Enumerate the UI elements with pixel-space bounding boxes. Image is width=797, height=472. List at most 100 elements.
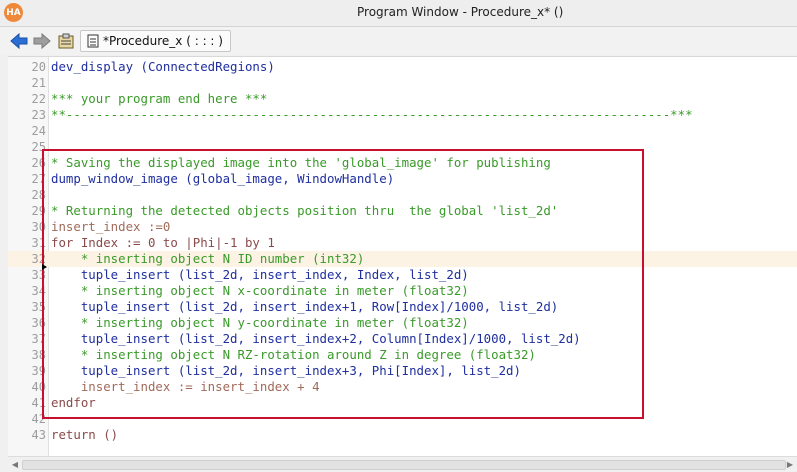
horizontal-scrollbar[interactable]: ◀ ▶	[8, 456, 797, 472]
code-line[interactable]: 36 * inserting object N y-coordinate in …	[8, 315, 797, 331]
title-bar: HA Program Window - Procedure_x* ()	[0, 0, 797, 27]
code-text: for Index := 0 to |Phi|-1 by 1	[51, 235, 275, 251]
code-text: * inserting object N x-coordinate in met…	[51, 283, 469, 299]
code-token: insert_index :=0	[51, 219, 171, 234]
line-number: 21	[31, 76, 46, 90]
code-line[interactable]: 28	[8, 187, 797, 203]
line-number: 38	[31, 348, 46, 362]
forward-arrow-icon[interactable]	[32, 31, 52, 51]
code-line[interactable]: 39 tuple_insert (list_2d, insert_index+3…	[8, 363, 797, 379]
code-line[interactable]: 35 tuple_insert (list_2d, insert_index+1…	[8, 299, 797, 315]
code-token: endfor	[51, 395, 96, 410]
line-number: 34	[31, 284, 46, 298]
code-token: tuple_insert (list_2d, insert_index, Ind…	[51, 267, 469, 282]
code-line[interactable]: 38 * inserting object N RZ-rotation arou…	[8, 347, 797, 363]
tab-label: *Procedure_x ( : : : )	[103, 34, 223, 48]
code-text: dev_display (ConnectedRegions)	[51, 59, 275, 75]
line-number: 28	[31, 188, 46, 202]
code-text: tuple_insert (list_2d, insert_index+2, C…	[51, 331, 581, 347]
code-text: * inserting object N ID number (int32)	[51, 251, 364, 267]
scroll-left-icon[interactable]: ◀	[10, 460, 20, 469]
code-line[interactable]: 31 for Index := 0 to |Phi|-1 by 1	[8, 235, 797, 251]
line-number: 43	[31, 428, 46, 442]
code-text: **--------------------------------------…	[51, 107, 693, 123]
code-token: for Index := 0 to |Phi|-1 by 1	[51, 235, 275, 250]
code-token: insert_index := insert_index + 4	[51, 379, 320, 394]
code-line[interactable]: 20 dev_display (ConnectedRegions)	[8, 59, 797, 75]
line-number: 29	[31, 204, 46, 218]
code-line[interactable]: 42	[8, 411, 797, 427]
code-line[interactable]: 40 insert_index := insert_index + 4	[8, 379, 797, 395]
code-token: * Returning the detected objects positio…	[51, 203, 559, 218]
scroll-right-icon[interactable]: ▶	[785, 460, 795, 469]
code-text: tuple_insert (list_2d, insert_index+3, P…	[51, 363, 521, 379]
code-line[interactable]: 26 * Saving the displayed image into the …	[8, 155, 797, 171]
line-number: 32	[31, 252, 46, 266]
code-line[interactable]: 37 tuple_insert (list_2d, insert_index+2…	[8, 331, 797, 347]
code-line[interactable]: 23 **------------------------------------…	[8, 107, 797, 123]
back-arrow-icon[interactable]	[9, 31, 29, 51]
code-line[interactable]: 33 tuple_insert (list_2d, insert_index, …	[8, 267, 797, 283]
line-number: 24	[31, 124, 46, 138]
code-editor[interactable]: 20 dev_display (ConnectedRegions) 21 22 *** …	[8, 56, 797, 457]
tab-procedure-x[interactable]: *Procedure_x ( : : : )	[80, 30, 231, 52]
code-text: *** your program end here ***	[51, 91, 267, 107]
code-text: * Saving the displayed image into the 'g…	[51, 155, 551, 171]
code-line[interactable]: 21	[8, 75, 797, 91]
code-token: * Saving the displayed image into the 'g…	[51, 155, 551, 170]
line-number: 35	[31, 300, 46, 314]
code-token: * inserting object N ID number (int32)	[51, 251, 365, 266]
code-line[interactable]: 41 endfor	[8, 395, 797, 411]
toolbar: *Procedure_x ( : : : )	[0, 27, 797, 55]
code-token: return ()	[51, 427, 119, 442]
code-token: * inserting object N y-coordinate in met…	[51, 315, 469, 330]
code-line[interactable]: 25	[8, 139, 797, 155]
document-icon	[87, 34, 99, 54]
code-text: * inserting object N RZ-rotation around …	[51, 347, 536, 363]
code-token: * inserting object N RZ-rotation around …	[51, 347, 536, 362]
line-number: 37	[31, 332, 46, 346]
code-token: *** your program end here ***	[51, 91, 268, 106]
code-token: tuple_insert (list_2d, insert_index+1, R…	[51, 299, 559, 314]
scrollbar-thumb[interactable]	[22, 460, 786, 470]
code-line[interactable]: 27 dump_window_image (global_image, Windo…	[8, 171, 797, 187]
code-token: **--------------------------------------…	[51, 107, 693, 122]
code-line[interactable]: 24	[8, 123, 797, 139]
line-number: 27	[31, 172, 46, 186]
code-text: return ()	[51, 427, 118, 443]
code-text: tuple_insert (list_2d, insert_index, Ind…	[51, 267, 469, 283]
line-number: 36	[31, 316, 46, 330]
line-number: 25	[31, 140, 46, 154]
code-text: tuple_insert (list_2d, insert_index+1, R…	[51, 299, 558, 315]
line-number: 42	[31, 412, 46, 426]
code-text: insert_index := insert_index + 4	[51, 379, 320, 395]
line-number: 20	[31, 60, 46, 74]
line-number: 22	[31, 92, 46, 106]
code-line[interactable]: 22 *** your program end here ***	[8, 91, 797, 107]
current-line-marker-icon	[42, 264, 47, 270]
code-line[interactable]: 29 * Returning the detected objects posit…	[8, 203, 797, 219]
line-number: 41	[31, 396, 46, 410]
code-line[interactable]: 32 * inserting object N ID number (int32…	[8, 251, 797, 267]
code-line[interactable]: 34 * inserting object N x-coordinate in …	[8, 283, 797, 299]
code-text: endfor	[51, 395, 96, 411]
code-text: * inserting object N y-coordinate in met…	[51, 315, 469, 331]
code-text: * Returning the detected objects positio…	[51, 203, 558, 219]
line-number: 33	[31, 268, 46, 282]
line-number: 31	[31, 236, 46, 250]
line-number: 26	[31, 156, 46, 170]
window-title: Program Window - Procedure_x* ()	[357, 5, 564, 19]
code-token: dev_display (ConnectedRegions)	[51, 59, 275, 74]
line-number: 30	[31, 220, 46, 234]
code-token: tuple_insert (list_2d, insert_index+3, P…	[51, 363, 521, 378]
line-number: 40	[31, 380, 46, 394]
procedure-clipboard-icon[interactable]	[56, 31, 76, 51]
code-token: tuple_insert (list_2d, insert_index+2, C…	[51, 331, 581, 346]
app-logo-icon: HA	[4, 3, 23, 22]
code-line[interactable]: 30 insert_index :=0	[8, 219, 797, 235]
line-number: 23	[31, 108, 46, 122]
line-number: 39	[31, 364, 46, 378]
code-text: dump_window_image (global_image, WindowH…	[51, 171, 394, 187]
code-line[interactable]: 43 return ()	[8, 427, 797, 443]
code-token: dump_window_image (global_image, WindowH…	[51, 171, 395, 186]
